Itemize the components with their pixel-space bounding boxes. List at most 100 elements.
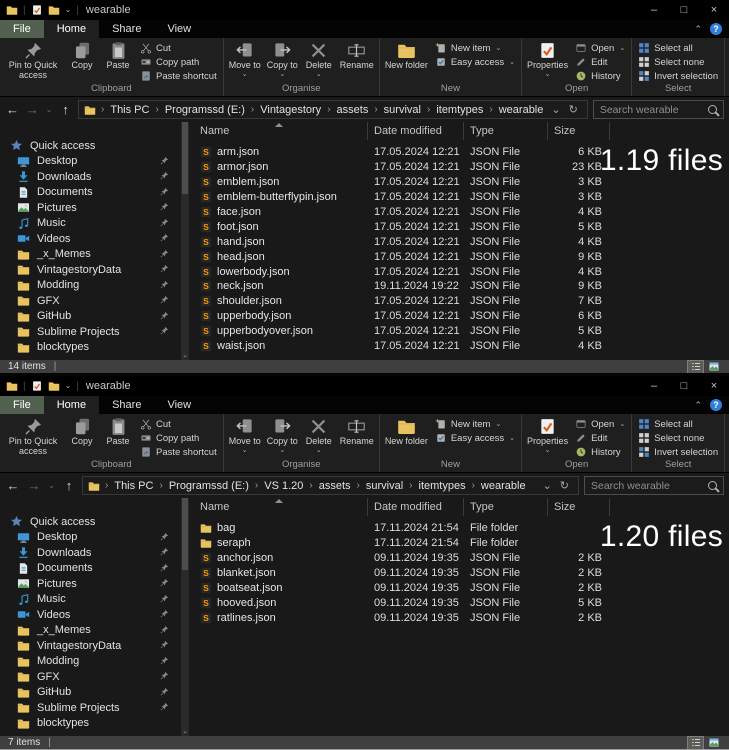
breadcrumb-item-wearable[interactable]: wearable (477, 480, 530, 492)
copy-path-button[interactable]: Copy path (140, 432, 217, 444)
file-row[interactable]: Semblem-butterflypin.json17.05.2024 12:2… (190, 190, 729, 205)
scroll-down-icon[interactable]: ⌄ (181, 728, 189, 735)
column-header-name[interactable]: Name (190, 122, 368, 140)
file-row[interactable]: Sneck.json19.11.2024 19:22JSON File9 KB (190, 279, 729, 294)
tab-view[interactable]: View (154, 20, 204, 38)
breadcrumb-item-itemtypes[interactable]: itemtypes (415, 480, 470, 492)
customize-toolbar-icon[interactable]: ⌄ (65, 6, 72, 14)
tab-view[interactable]: View (154, 396, 204, 414)
sidebar-item-desktop[interactable]: Desktop (0, 154, 190, 170)
paste-button[interactable]: Paste (100, 417, 136, 447)
file-row[interactable]: Slowerbody.json17.05.2024 12:21JSON File… (190, 264, 729, 279)
file-row[interactable]: Supperbodyover.json17.05.2024 12:21JSON … (190, 324, 729, 339)
file-row[interactable]: Sface.json17.05.2024 12:21JSON File4 KB (190, 205, 729, 220)
minimize-button[interactable]: – (639, 0, 669, 20)
copy-button[interactable]: Copy (64, 41, 100, 71)
sidebar-scrollbar[interactable]: ⌄ (181, 122, 189, 360)
close-button[interactable]: × (699, 376, 729, 396)
breadcrumb-item-itemtypes[interactable]: itemtypes (432, 104, 487, 116)
sidebar-item-blocktypes[interactable]: blocktypes (0, 716, 190, 732)
copy-button[interactable]: Copy (64, 417, 100, 447)
sidebar-item-downloads[interactable]: Downloads (0, 169, 190, 185)
sidebar-item-pictures[interactable]: Pictures (0, 200, 190, 216)
cut-button[interactable]: Cut (140, 42, 217, 54)
sidebar-item-music[interactable]: Music (0, 216, 190, 232)
breadcrumb-item-vs-1-20[interactable]: VS 1.20 (260, 480, 307, 492)
paste-shortcut-button[interactable]: Paste shortcut (140, 70, 217, 82)
sidebar-item-sublime-projects[interactable]: Sublime Projects (0, 700, 190, 716)
rename-button[interactable]: Rename (337, 41, 377, 71)
breadcrumb-item-vintagestory[interactable]: Vintagestory (256, 104, 325, 116)
up-icon[interactable]: ↑ (61, 478, 77, 493)
copy-to-button[interactable]: Copy to⌄ (264, 417, 301, 454)
maximize-button[interactable]: □ (669, 0, 699, 20)
file-row[interactable]: Sfoot.json17.05.2024 12:21JSON File5 KB (190, 219, 729, 234)
sidebar-item-github[interactable]: GitHub (0, 309, 190, 325)
file-row[interactable]: Shooved.json09.11.2024 19:35JSON File5 K… (190, 595, 729, 610)
back-icon[interactable]: ← (5, 102, 20, 117)
breadcrumb-item-programssd-e[interactable]: Programssd (E:) (161, 104, 249, 116)
select-all-button[interactable]: Select all (638, 42, 718, 54)
properties-shortcut-icon[interactable] (31, 380, 43, 392)
scrollbar-thumb[interactable] (182, 498, 188, 570)
refresh-icon[interactable]: ↻ (556, 479, 573, 492)
sidebar-item-gfx[interactable]: GFX (0, 669, 190, 685)
back-icon[interactable]: ← (5, 478, 21, 493)
details-view-button[interactable] (688, 737, 703, 749)
cut-button[interactable]: Cut (140, 418, 217, 430)
refresh-icon[interactable]: ↻ (565, 103, 582, 116)
new-item-button[interactable]: New item⌄ (435, 42, 515, 54)
tab-share[interactable]: Share (99, 396, 154, 414)
open-button[interactable]: Open⌄ (575, 42, 625, 54)
collapse-ribbon-icon[interactable]: ⌃ (694, 24, 702, 35)
tab-file[interactable]: File (0, 396, 44, 414)
properties-button[interactable]: Properties⌄ (524, 41, 571, 78)
file-row[interactable]: Sshoulder.json17.05.2024 12:21JSON File7… (190, 294, 729, 309)
maximize-button[interactable]: □ (669, 376, 699, 396)
search-box[interactable]: Search wearable (584, 476, 724, 495)
column-header-date-modified[interactable]: Date modified (368, 498, 464, 516)
title-bar[interactable]: | ⌄ | wearable – □ × (0, 376, 729, 396)
invert-selection-button[interactable]: Invert selection (638, 446, 718, 458)
sidebar-item-github[interactable]: GitHub (0, 685, 190, 701)
thumbnails-view-button[interactable] (706, 361, 721, 373)
easy-access-button[interactable]: Easy access⌄ (435, 56, 515, 68)
breadcrumb-item-this-pc[interactable]: This PC (110, 480, 157, 492)
search-icon[interactable] (708, 481, 717, 490)
recent-locations-icon[interactable]: ⌄ (45, 105, 53, 114)
column-header-size[interactable]: Size (548, 122, 610, 140)
properties-button[interactable]: Properties⌄ (524, 417, 571, 454)
sidebar-item-documents[interactable]: Documents (0, 561, 190, 577)
scrollbar-thumb[interactable] (182, 122, 188, 194)
pin-to-quick-access-button[interactable]: Pin to Quick access (2, 41, 64, 80)
tab-home[interactable]: Home (44, 20, 99, 38)
sidebar-item-desktop[interactable]: Desktop (0, 530, 190, 546)
thumbnails-view-button[interactable] (706, 737, 721, 749)
sidebar-item-modding[interactable]: Modding (0, 278, 190, 294)
details-view-button[interactable] (688, 361, 703, 373)
sidebar-item-modding[interactable]: Modding (0, 654, 190, 670)
column-header-date-modified[interactable]: Date modified (368, 122, 464, 140)
edit-button[interactable]: Edit (575, 56, 625, 68)
help-icon[interactable]: ? (710, 399, 722, 411)
copy-path-button[interactable]: Copy path (140, 56, 217, 68)
column-header-type[interactable]: Type (464, 122, 548, 140)
sidebar-item-gfx[interactable]: GFX (0, 293, 190, 309)
move-to-button[interactable]: Move to⌄ (226, 41, 264, 78)
history-button[interactable]: History (575, 446, 625, 458)
history-button[interactable]: History (575, 70, 625, 82)
sidebar-item-vintagestorydata[interactable]: VintagestoryData (0, 638, 190, 654)
recent-locations-icon[interactable]: ⌄ (47, 481, 56, 490)
file-row[interactable]: Supperbody.json17.05.2024 12:21JSON File… (190, 309, 729, 324)
customize-toolbar-icon[interactable]: ⌄ (65, 382, 72, 390)
edit-button[interactable]: Edit (575, 432, 625, 444)
sidebar-item-blocktypes[interactable]: blocktypes (0, 340, 190, 356)
file-row[interactable]: Sblanket.json09.11.2024 19:35JSON File2 … (190, 566, 729, 581)
tab-home[interactable]: Home (44, 396, 99, 414)
file-row[interactable]: Sboatseat.json09.11.2024 19:35JSON File2… (190, 581, 729, 596)
sidebar-scrollbar[interactable]: ⌄ (181, 498, 189, 736)
sidebar-item-downloads[interactable]: Downloads (0, 545, 190, 561)
forward-icon[interactable]: → (26, 478, 42, 493)
file-row[interactable]: Shead.json17.05.2024 12:21JSON File9 KB (190, 249, 729, 264)
file-row[interactable]: Swaist.json17.05.2024 12:21JSON File4 KB (190, 339, 729, 354)
